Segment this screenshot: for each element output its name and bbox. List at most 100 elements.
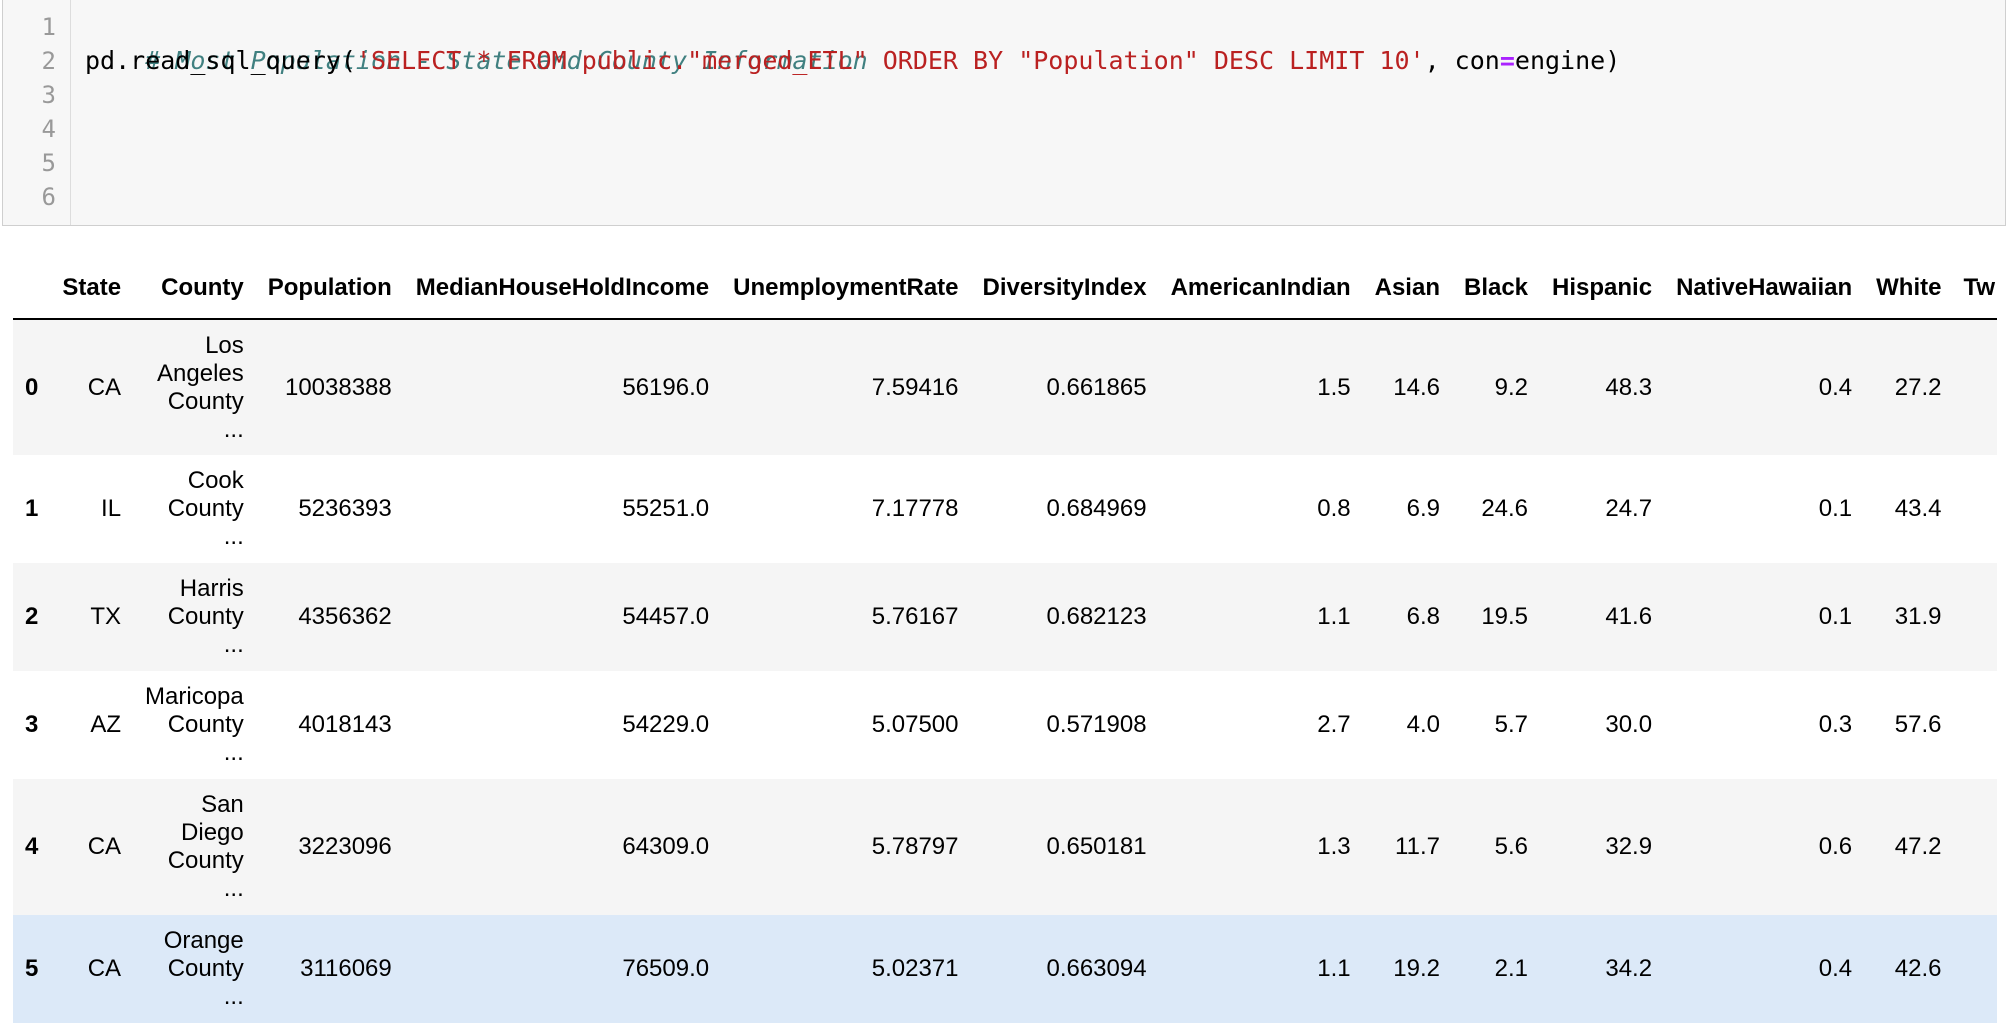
table-cell-county: Cook County... bbox=[133, 455, 256, 563]
county-text-line: County bbox=[167, 711, 244, 738]
table-cell-diversity: 0.682123 bbox=[1046, 603, 1147, 630]
county-text-line: Orange bbox=[163, 927, 244, 954]
code-line-query[interactable]: pd.read_sql_query('SELECT * FROM public.… bbox=[85, 44, 1620, 78]
table-cell-white: 43.4 bbox=[1894, 495, 1942, 522]
table-cell-diversity: 0.650181 bbox=[1046, 833, 1147, 860]
table-cell-american-indian: 1.3 bbox=[1317, 833, 1351, 860]
table-cell-unemployment: 5.07500 bbox=[871, 711, 959, 738]
county-text-line: ... bbox=[223, 631, 244, 658]
row-index: 1 bbox=[25, 495, 39, 522]
table-cell-native-hawaiian: 0.4 bbox=[1818, 373, 1853, 401]
column-header: White bbox=[1864, 258, 1954, 320]
dataframe-table: State County Population MedianHouseHoldI… bbox=[13, 258, 1997, 1023]
row-index: 3 bbox=[25, 711, 39, 738]
table-cell-population: 4356362 bbox=[298, 603, 392, 630]
county-text-line: ... bbox=[223, 739, 244, 766]
table-cell-state: CA bbox=[87, 373, 122, 401]
line-number-gutter: 1 2 3 4 5 6 bbox=[3, 0, 71, 225]
county-text-line: ... bbox=[223, 415, 244, 443]
table-cell-native-hawaiian: 0.6 bbox=[1818, 833, 1853, 860]
table-cell-unemployment: 7.59416 bbox=[871, 373, 959, 401]
table-cell-state: CA bbox=[87, 833, 122, 860]
table-cell-american-indian: 0.8 bbox=[1317, 495, 1351, 522]
table-cell-black: 5.7 bbox=[1494, 711, 1529, 738]
table-cell-black: 2.1 bbox=[1494, 955, 1529, 982]
column-header: NativeHawaiian bbox=[1664, 258, 1865, 320]
table-cell-american-indian: 1.1 bbox=[1317, 603, 1351, 630]
table-cell-black: 9.2 bbox=[1494, 373, 1529, 401]
row-index: 4 bbox=[25, 833, 39, 860]
table-cell-black: 24.6 bbox=[1481, 495, 1529, 522]
table-cell-state: TX bbox=[90, 603, 122, 630]
table-cell-native-hawaiian: 0.1 bbox=[1818, 603, 1853, 630]
table-cell-county: Orange County... bbox=[133, 915, 256, 1023]
row-index: 0 bbox=[25, 373, 39, 401]
cell-output-area: State County Population MedianHouseHoldI… bbox=[13, 258, 1997, 1024]
table-cell-median-income: 54229.0 bbox=[622, 711, 710, 738]
column-header: MedianHouseHoldIncome bbox=[403, 258, 722, 320]
table-cell-county: Harris County... bbox=[133, 563, 256, 671]
county-text-line: Angeles bbox=[157, 359, 244, 387]
table-cell-population: 3116069 bbox=[300, 955, 392, 982]
code-arg-value: engine) bbox=[1514, 46, 1621, 75]
table-cell-unemployment: 5.76167 bbox=[871, 603, 959, 630]
table-cell-hispanic: 41.6 bbox=[1605, 603, 1653, 630]
county-text-line: Harris bbox=[179, 575, 244, 602]
column-header: DiversityIndex bbox=[970, 258, 1159, 320]
column-header: Asian bbox=[1362, 258, 1452, 320]
table-cell-population: 4018143 bbox=[298, 711, 392, 738]
table-cell-asian: 6.8 bbox=[1406, 603, 1440, 630]
code-call-prefix: pd.read_sql_query( bbox=[85, 46, 356, 75]
table-cell-american-indian: 1.1 bbox=[1317, 955, 1351, 982]
code-arg-separator: , con bbox=[1424, 46, 1500, 75]
table-cell-native-hawaiian: 0.1 bbox=[1818, 495, 1853, 522]
table-cell-hispanic: 30.0 bbox=[1605, 711, 1653, 738]
table-cell-diversity: 0.663094 bbox=[1046, 955, 1147, 982]
table-cell-asian: 11.7 bbox=[1395, 833, 1440, 860]
table-cell-truncated bbox=[1953, 915, 1997, 1023]
table-cell-truncated bbox=[1953, 671, 1997, 779]
table-cell-hispanic: 48.3 bbox=[1605, 373, 1653, 401]
dataframe-header-row: State County Population MedianHouseHoldI… bbox=[13, 258, 1997, 320]
code-line-comment[interactable]: # Most Population - State and County Inf… bbox=[85, 10, 867, 75]
column-header: Population bbox=[255, 258, 404, 320]
table-cell-asian: 14.6 bbox=[1393, 373, 1440, 401]
county-text-line: Diego bbox=[181, 819, 244, 846]
county-text-line: County bbox=[167, 955, 244, 982]
table-cell-truncated bbox=[1953, 563, 1997, 671]
table-cell-white: 42.6 bbox=[1894, 955, 1942, 982]
table-cell-median-income: 76509.0 bbox=[622, 955, 710, 982]
table-cell-county: San Diego County... bbox=[133, 779, 256, 915]
county-text-line: Cook bbox=[187, 467, 244, 494]
line-number: 3 bbox=[41, 81, 56, 109]
table-cell-population: 10038388 bbox=[284, 373, 392, 401]
county-text-line: San bbox=[201, 791, 244, 818]
table-cell-truncated bbox=[1953, 319, 1997, 455]
table-cell-black: 5.6 bbox=[1494, 833, 1529, 860]
row-index: 2 bbox=[25, 603, 39, 630]
code-cell-editor[interactable]: 1 2 3 4 5 6 # Most Population - State an… bbox=[2, 0, 2006, 226]
table-cell-white: 47.2 bbox=[1894, 833, 1942, 860]
line-number: 5 bbox=[41, 149, 56, 177]
county-text-line: Maricopa bbox=[145, 683, 244, 710]
county-text-line: County bbox=[167, 847, 244, 874]
table-cell-truncated bbox=[1953, 779, 1997, 915]
table-cell-black: 19.5 bbox=[1481, 603, 1529, 630]
table-cell-state: AZ bbox=[90, 711, 122, 738]
row-index: 5 bbox=[25, 955, 39, 982]
table-cell-american-indian: 1.5 bbox=[1317, 373, 1351, 401]
table-cell-asian: 4.0 bbox=[1406, 711, 1440, 738]
code-query-string: 'SELECT * FROM public."merged_ETL" ORDER… bbox=[355, 46, 1425, 75]
table-cell-white: 31.9 bbox=[1894, 603, 1942, 630]
county-text-line: County bbox=[167, 495, 244, 522]
table-cell-county: Los Angeles County... bbox=[133, 319, 256, 455]
table-cell-county: Maricopa County... bbox=[133, 671, 256, 779]
column-header: County bbox=[133, 258, 256, 320]
county-text-line: Los bbox=[205, 331, 244, 359]
table-cell-median-income: 56196.0 bbox=[622, 373, 710, 401]
table-cell-state: IL bbox=[101, 495, 122, 522]
table-row: 1 IL Cook County... 5236393 55251.0 7.17778 0.6… bbox=[13, 455, 1997, 563]
county-text-line: ... bbox=[223, 983, 244, 1010]
county-text-line: ... bbox=[223, 875, 244, 902]
table-cell-unemployment: 5.78797 bbox=[871, 833, 959, 860]
